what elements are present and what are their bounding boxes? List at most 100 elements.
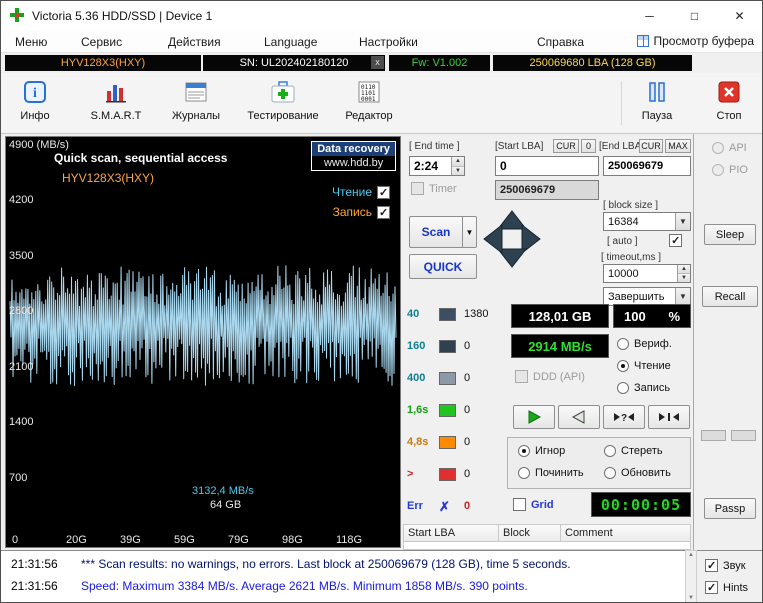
jog-pad[interactable] (479, 206, 545, 275)
defect-table-header: Start LBA Block Comment (403, 524, 691, 542)
column-block[interactable]: Block (499, 524, 561, 542)
smart-button[interactable]: S.M.A.R.T (83, 78, 149, 130)
stop-button[interactable]: Стоп (701, 78, 757, 130)
verify-radio[interactable] (617, 338, 629, 350)
seek-end-button[interactable] (648, 405, 690, 429)
y-axis-label: 700 (9, 472, 27, 484)
device-serial[interactable]: SN: UL202402180120 x (203, 55, 385, 71)
timer-checkbox[interactable] (411, 182, 424, 195)
log-panel[interactable]: 21:31:56 *** Scan results: no warnings, … (1, 550, 685, 603)
log-message: *** Scan results: no warnings, no errors… (81, 557, 571, 571)
erase-radio[interactable] (604, 445, 616, 457)
read-radio[interactable] (617, 360, 629, 372)
menu-main[interactable]: Меню (15, 35, 47, 49)
device-close-icon[interactable]: x (371, 56, 384, 69)
ddd-toggle[interactable]: DDD (API) (515, 370, 585, 383)
start-lba-zero-button[interactable]: 0 (581, 139, 596, 153)
action-ignore[interactable]: Игнор (518, 445, 565, 457)
scroll-up-icon[interactable]: ▲ (688, 552, 694, 558)
block-size-combo[interactable]: 16384 ▼ (603, 212, 691, 231)
elapsed-clock: 00:00:05 (591, 492, 691, 517)
log-scrollbar[interactable]: ▲ ▼ (685, 550, 697, 603)
write-mode-label: Запись (634, 382, 670, 394)
write-radio[interactable] (617, 382, 629, 394)
end-time-spin-arrows[interactable]: ▲▼ (451, 157, 464, 175)
graph-device-label: HYV128X3(HXY) (62, 171, 154, 185)
finish-dropdown-icon[interactable]: ▼ (675, 288, 690, 305)
start-lba-input[interactable]: 0 (495, 156, 599, 176)
smart-icon (104, 80, 128, 107)
menu-language[interactable]: Language (264, 35, 317, 49)
action-refresh[interactable]: Обновить (604, 467, 671, 479)
testing-button[interactable]: Тестирование (239, 78, 327, 130)
timeout-spinner[interactable]: 10000 ▲▼ (603, 264, 691, 283)
read-toggle[interactable]: Чтение (332, 185, 390, 199)
device-capacity: 250069680 LBA (128 GB) (493, 55, 692, 71)
ignore-radio[interactable] (518, 445, 530, 457)
buffer-icon (637, 35, 649, 47)
refresh-radio[interactable] (604, 467, 616, 479)
seek-question-button[interactable]: ? (603, 405, 645, 429)
start-test-button[interactable] (513, 405, 555, 429)
toolbar: i Инфо S.M.A.R.T Журналы Тестирование 01… (1, 73, 762, 134)
buffer-view-button[interactable]: Просмотр буфера (637, 34, 754, 48)
scroll-down-icon[interactable]: ▼ (688, 595, 694, 601)
end-time-spinner[interactable]: 2:24 ▲▼ (409, 156, 465, 176)
hints-checkbox[interactable] (705, 581, 718, 594)
passp-button[interactable]: Passp (704, 498, 756, 519)
block-size-dropdown-icon[interactable]: ▼ (675, 213, 690, 230)
maximize-button[interactable]: □ (672, 1, 717, 31)
hints-toggle[interactable]: Hints (705, 581, 748, 594)
end-lba-input[interactable]: 250069679 (603, 156, 691, 176)
menu-service[interactable]: Сервис (81, 35, 122, 49)
grid-checkbox[interactable] (513, 498, 526, 511)
sound-toggle[interactable]: Звук (705, 559, 746, 572)
menu-help[interactable]: Справка (537, 35, 584, 49)
defect-action-group: Игнор Стереть Починить Обновить (507, 437, 691, 489)
editor-button[interactable]: 011011010001 Редактор (335, 78, 403, 130)
error-x-icon: ✗ (439, 500, 456, 513)
sound-checkbox[interactable] (705, 559, 718, 572)
minimize-button[interactable]: ─ (627, 1, 672, 31)
smart-label: S.M.A.R.T (91, 110, 142, 122)
column-start-lba[interactable]: Start LBA (403, 524, 499, 542)
write-checkbox[interactable] (377, 206, 390, 219)
action-erase[interactable]: Стереть (604, 445, 663, 457)
start-lba-cur-button[interactable]: CUR (553, 139, 579, 153)
mode-write[interactable]: Запись (617, 382, 670, 394)
menu-actions[interactable]: Действия (168, 35, 221, 49)
action-remap[interactable]: Починить (518, 467, 584, 479)
close-button[interactable]: ✕ (717, 1, 762, 31)
write-toggle[interactable]: Запись (333, 205, 390, 219)
x-axis-label: 39G (120, 534, 141, 546)
x-axis-label: 118G (336, 534, 362, 546)
info-button[interactable]: i Инфо (11, 78, 59, 130)
journals-button[interactable]: Журналы (161, 78, 231, 130)
device-model[interactable]: HYV128X3(HXY) (5, 55, 201, 71)
quick-button[interactable]: QUICK (409, 254, 477, 279)
column-comment[interactable]: Comment (561, 524, 691, 542)
mode-read[interactable]: Чтение (617, 360, 671, 372)
hints-label: Hints (723, 582, 748, 594)
grid-toggle[interactable]: Grid (513, 498, 554, 511)
sleep-button[interactable]: Sleep (704, 224, 756, 245)
scan-button[interactable]: Scan (409, 216, 462, 248)
remap-label: Починить (535, 467, 584, 479)
ddd-checkbox[interactable] (515, 370, 528, 383)
mode-verify[interactable]: Вериф. (617, 338, 672, 350)
menu-settings[interactable]: Настройки (359, 35, 418, 49)
recall-button[interactable]: Recall (702, 286, 758, 307)
y-axis-label: 1400 (9, 416, 33, 428)
end-lba-cur-button[interactable]: CUR (639, 139, 663, 153)
legend-value: 0 (464, 340, 470, 352)
auto-checkbox[interactable] (669, 234, 682, 247)
end-lba-label: [End LBA] (599, 141, 644, 152)
pause-button[interactable]: Пауза (629, 78, 685, 130)
end-lba-max-button[interactable]: MAX (665, 139, 691, 153)
remap-radio[interactable] (518, 467, 530, 479)
read-checkbox[interactable] (377, 186, 390, 199)
scan-dropdown-icon[interactable]: ▼ (462, 216, 477, 248)
timeout-spin-arrows[interactable]: ▲▼ (677, 265, 690, 282)
step-back-button[interactable] (558, 405, 600, 429)
legend-label: 160 (407, 340, 439, 352)
